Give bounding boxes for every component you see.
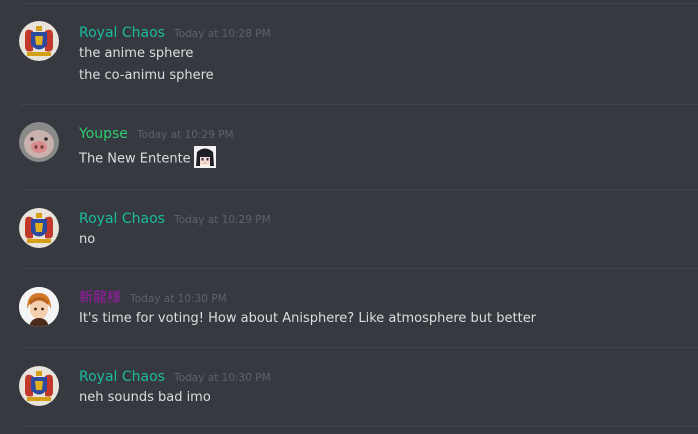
message-divider (20, 268, 698, 269)
avatar[interactable] (19, 366, 59, 406)
timestamp: Today at 10:29 PM (174, 214, 271, 226)
message-text: neh sounds bad imo (79, 390, 211, 405)
message-text: The New Entente (79, 146, 216, 170)
message-header: 新龍様 Today at 10:30 PM (79, 288, 227, 308)
username[interactable]: Royal Chaos (79, 211, 165, 227)
timestamp: Today at 10:29 PM (137, 129, 234, 141)
avatar[interactable] (19, 21, 59, 61)
message-text-content: The New Entente (79, 151, 191, 167)
message-header: Royal Chaos Today at 10:28 PM (79, 23, 271, 43)
message-divider (20, 347, 698, 348)
message-divider (20, 189, 698, 190)
username[interactable]: Youpse (79, 126, 128, 142)
message-header: Royal Chaos Today at 10:30 PM (79, 367, 271, 387)
pig-face-icon (19, 122, 59, 162)
coat-of-arms-icon (19, 208, 59, 248)
message-divider (20, 426, 698, 427)
avatar[interactable] (19, 122, 59, 162)
message-text: It's time for voting! How about Anispher… (79, 311, 537, 326)
message-divider (20, 104, 698, 105)
coat-of-arms-icon (19, 366, 59, 406)
anime-girl-emoji[interactable] (193, 146, 216, 168)
avatar[interactable] (19, 287, 59, 327)
message-text: the co-animu sphere (79, 68, 214, 83)
message-text: no (79, 232, 96, 247)
message-text: the anime sphere (79, 46, 194, 61)
message-divider (20, 3, 698, 4)
timestamp: Today at 10:30 PM (130, 293, 227, 305)
message-header: Royal Chaos Today at 10:29 PM (79, 209, 271, 229)
coat-of-arms-icon (19, 21, 59, 61)
username[interactable]: Royal Chaos (79, 25, 165, 41)
message-header: Youpse Today at 10:29 PM (79, 124, 234, 144)
anime-character-icon (19, 287, 59, 327)
timestamp: Today at 10:28 PM (174, 28, 271, 40)
anime-girl-emoji-icon (193, 146, 216, 168)
chat-messages: Royal Chaos Today at 10:28 PM the anime … (0, 0, 698, 434)
username[interactable]: 新龍様 (79, 290, 121, 306)
avatar[interactable] (19, 208, 59, 248)
timestamp: Today at 10:30 PM (174, 372, 271, 384)
username[interactable]: Royal Chaos (79, 369, 165, 385)
